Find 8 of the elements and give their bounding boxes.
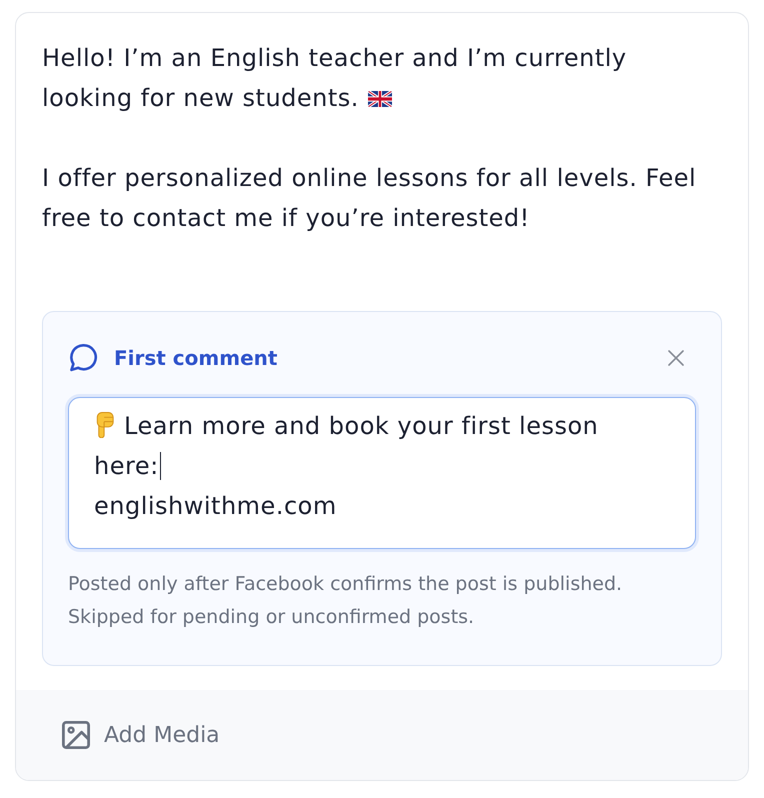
comment-bubble-icon xyxy=(70,344,98,372)
first-comment-title: First comment xyxy=(114,346,278,370)
hint-text: Posted only after Facebook confirms the post is published. Skipped for pending or unconfirmed posts. xyxy=(68,572,624,630)
add-media-button[interactable]: Add Media xyxy=(56,715,226,755)
image-icon xyxy=(62,721,90,749)
post-text-field[interactable]: Hello! I’m an English teacher and I’m currently looking for new students. I offer personalized online lessons for all levels. Feel free to contact me if you’re interested! xyxy=(42,38,718,238)
close-icon xyxy=(667,349,685,367)
comment-input-field[interactable]: Learn more and book your first lesson here: englishwithme.com xyxy=(68,397,696,549)
